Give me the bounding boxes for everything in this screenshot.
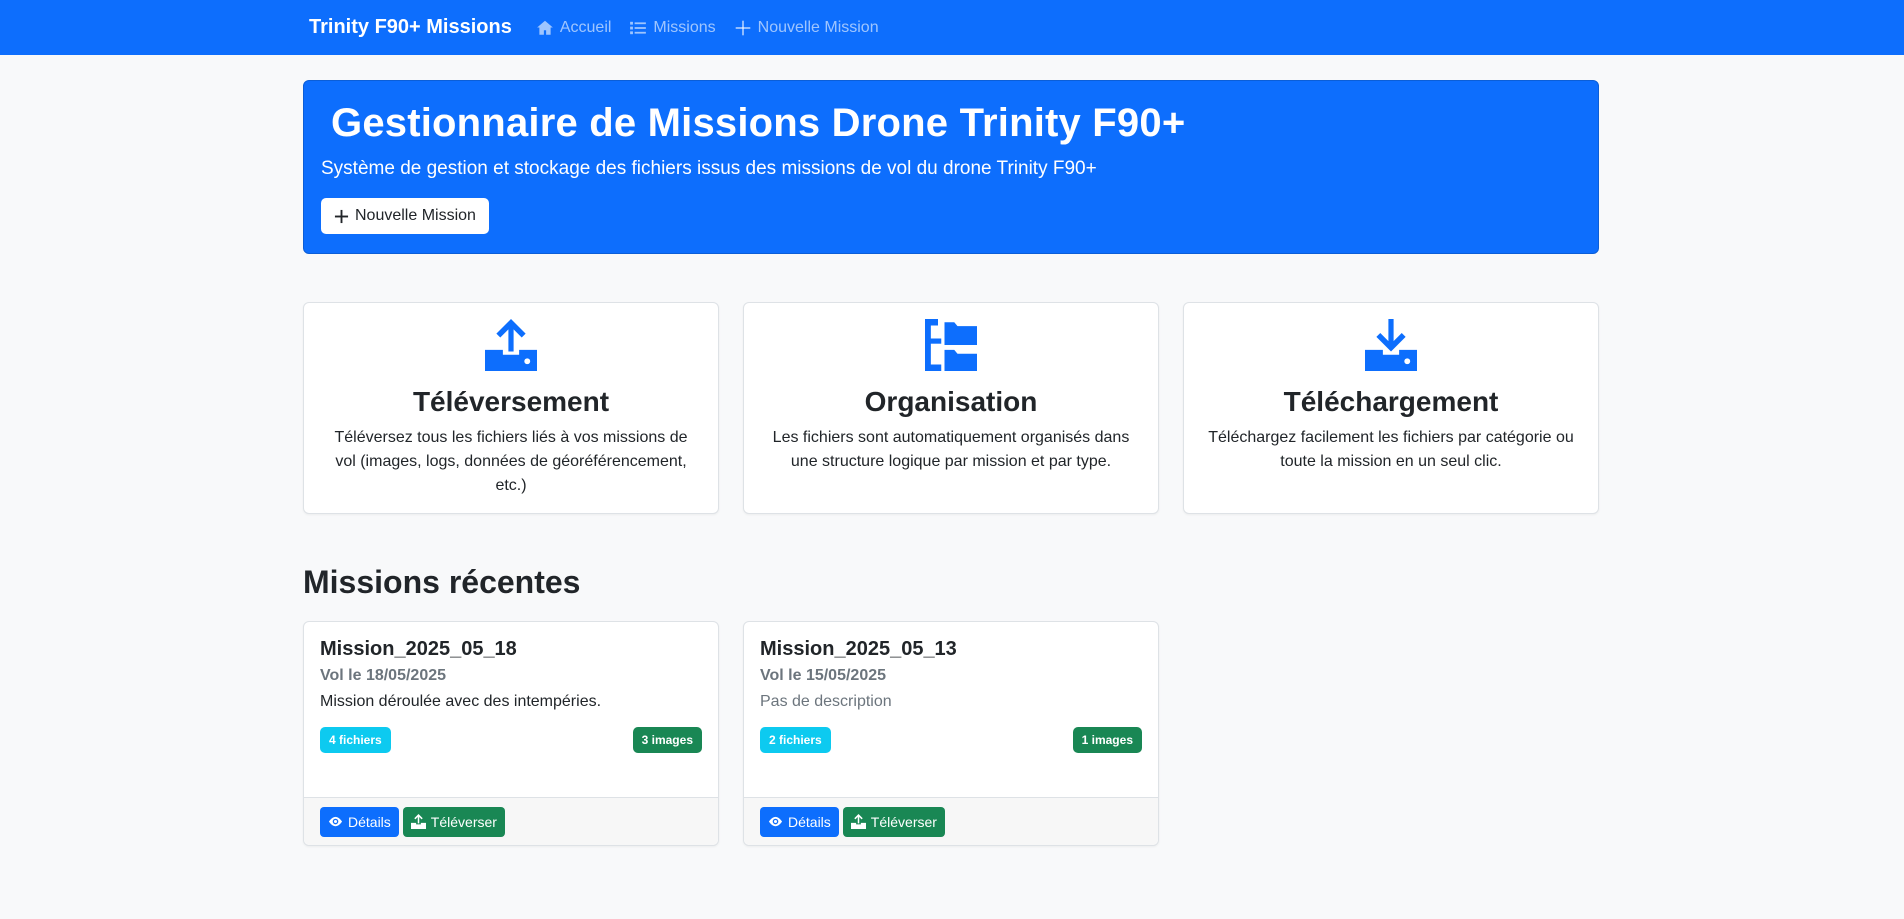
navbar: Trinity F90+ Missions Accueil Missions N…: [0, 0, 1904, 55]
upload-button-label: Téléverser: [870, 813, 937, 830]
mission-name: Mission_2025_05_13: [760, 638, 957, 660]
mission-card-body: Mission_2025_05_13 Vol le 15/05/2025 Pas…: [744, 622, 1158, 797]
feature-card-upload: Téléversement Téléversez tous les fichie…: [303, 302, 719, 514]
eye-icon: [768, 816, 783, 827]
upload-button-label: Téléverser: [430, 813, 497, 830]
feature-title: Organisation: [864, 386, 1038, 417]
upload-icon: [850, 814, 866, 829]
plus-icon: [334, 209, 349, 223]
images-count-badge: 3 images: [632, 727, 702, 753]
mission-name: Mission_2025_05_18: [320, 638, 517, 660]
feature-title: Téléchargement: [1283, 386, 1499, 417]
mission-description: Pas de description: [760, 693, 892, 710]
nav-link-label: Accueil: [559, 18, 612, 36]
feature-text: Téléchargez facilement les fichiers par …: [1208, 429, 1574, 470]
upload-icon: [410, 814, 426, 829]
feature-text: Les fichiers sont automatiquement organi…: [772, 429, 1130, 470]
nav-link-label: Missions: [653, 18, 716, 36]
mission-card: Mission_2025_05_13 Vol le 15/05/2025 Pas…: [743, 621, 1159, 846]
new-mission-button[interactable]: Nouvelle Mission: [321, 198, 489, 234]
recent-missions-title: Missions récentes: [303, 564, 581, 600]
upload-button[interactable]: Téléverser: [842, 806, 945, 837]
files-count-badge: 2 fichiers: [760, 727, 831, 753]
hero-title: Gestionnaire de Missions Drone Trinity F…: [331, 101, 1186, 145]
images-count-badge: 1 images: [1072, 727, 1142, 753]
mission-badges: 4 fichiers 3 images: [320, 727, 702, 753]
hero-subtitle: Système de gestion et stockage des fichi…: [321, 158, 1097, 179]
folder-tree-icon: [925, 319, 977, 371]
nav-link-label: Nouvelle Mission: [757, 18, 879, 36]
mission-badges: 2 fichiers 1 images: [760, 727, 1142, 753]
mission-date: Vol le 18/05/2025: [320, 667, 447, 684]
mission-date: Vol le 15/05/2025: [760, 667, 887, 684]
download-icon: [1365, 319, 1417, 371]
home-icon: [536, 20, 553, 35]
nav-link-missions[interactable]: Missions: [629, 18, 716, 37]
hero-banner: Gestionnaire de Missions Drone Trinity F…: [303, 80, 1599, 254]
main-container: Gestionnaire de Missions Drone Trinity F…: [303, 55, 1599, 846]
nav-link-accueil[interactable]: Accueil: [536, 18, 612, 37]
list-icon: [630, 21, 647, 34]
navbar-brand[interactable]: Trinity F90+ Missions: [309, 16, 512, 39]
feature-title: Téléversement: [412, 386, 610, 417]
eye-icon: [328, 816, 343, 827]
mission-card: Mission_2025_05_18 Vol le 18/05/2025 Mis…: [303, 621, 719, 846]
files-count-badge: 4 fichiers: [320, 727, 391, 753]
details-button-label: Détails: [788, 813, 831, 830]
details-button[interactable]: Détails: [760, 806, 839, 837]
mission-card-body: Mission_2025_05_18 Vol le 18/05/2025 Mis…: [304, 622, 718, 797]
features-row: Téléversement Téléversez tous les fichie…: [303, 302, 1599, 514]
feature-card-organisation: Organisation Les fichiers sont automatiq…: [743, 302, 1159, 514]
recent-missions-list: Mission_2025_05_18 Vol le 18/05/2025 Mis…: [303, 621, 1599, 846]
upload-icon: [485, 319, 537, 371]
new-mission-button-label: Nouvelle Mission: [355, 207, 476, 224]
mission-card-footer: Détails Téléverser: [304, 797, 718, 845]
feature-card-download: Téléchargement Téléchargez facilement le…: [1183, 302, 1599, 514]
details-button-label: Détails: [348, 813, 391, 830]
nav-link-nouvelle-mission[interactable]: Nouvelle Mission: [734, 19, 879, 37]
mission-card-footer: Détails Téléverser: [744, 797, 1158, 845]
feature-text: Téléversez tous les fichiers liés à vos …: [334, 429, 688, 494]
upload-button[interactable]: Téléverser: [402, 806, 505, 837]
details-button[interactable]: Détails: [320, 806, 399, 837]
mission-description: Mission déroulée avec des intempéries.: [320, 693, 602, 710]
plus-icon: [735, 20, 750, 35]
